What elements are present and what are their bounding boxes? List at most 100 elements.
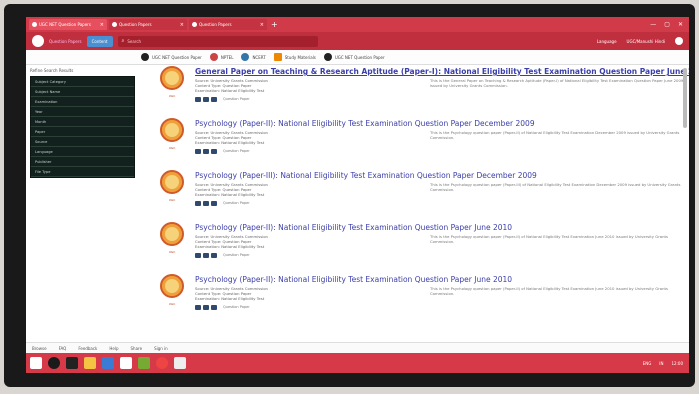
footer-link[interactable]: Browse xyxy=(32,346,47,351)
share-icon[interactable] xyxy=(211,149,217,154)
sidebar-item-7[interactable]: Language xyxy=(31,147,134,157)
nptel-icon xyxy=(209,53,218,61)
result-actions: Question Paper xyxy=(195,97,250,102)
result-title-link[interactable]: Psychology (Paper-II): National Eligibil… xyxy=(195,119,535,128)
view-icon[interactable] xyxy=(203,253,209,258)
app-icon[interactable] xyxy=(174,357,186,369)
footer-link[interactable]: Feedback xyxy=(78,346,97,351)
tab-close-icon[interactable]: × xyxy=(260,22,264,28)
share-icon[interactable] xyxy=(211,305,217,310)
tab-2[interactable]: Question Papers × xyxy=(189,19,267,30)
bookmark-bar: UGC NET Question Paper NPTEL NCERT Study… xyxy=(26,50,689,65)
sidebar-item-4[interactable]: Month xyxy=(31,117,134,127)
pdf-icon[interactable] xyxy=(195,305,201,310)
sidebar-item-3[interactable]: Year xyxy=(31,107,134,117)
result-description: This is the Psychology question paper (P… xyxy=(430,234,668,244)
language-link[interactable]: Language xyxy=(597,39,617,44)
edge-icon[interactable] xyxy=(102,357,114,369)
footer-link[interactable]: FAQ xyxy=(59,346,67,351)
avatar[interactable] xyxy=(675,37,683,45)
pdf-icon[interactable] xyxy=(195,97,201,102)
bookmark-3[interactable]: Study Materials xyxy=(273,53,316,61)
footer-link[interactable]: Share xyxy=(131,346,143,351)
language-indicator[interactable]: ENG xyxy=(643,361,652,366)
search-icon[interactable] xyxy=(48,357,60,369)
bookmark-label: UGC NET Question Paper xyxy=(152,54,202,60)
tab-0[interactable]: UGC NET Question Papers × xyxy=(29,19,107,30)
pdf-icon[interactable] xyxy=(195,201,201,206)
ugc-seal-icon: UGC xyxy=(155,66,189,108)
file-explorer-icon[interactable] xyxy=(84,357,96,369)
store-icon[interactable] xyxy=(120,357,132,369)
search-placeholder: Search xyxy=(127,38,142,44)
footer-link[interactable]: Sign in xyxy=(154,346,168,351)
sidebar-item-5[interactable]: Paper xyxy=(31,127,134,137)
filter-list: Subject Category Subject Name Examinatio… xyxy=(30,76,135,178)
tab-title: UGC NET Question Papers xyxy=(39,22,91,27)
share-icon[interactable] xyxy=(211,201,217,206)
sidebar-item-0[interactable]: Subject Category xyxy=(31,77,134,87)
start-icon[interactable] xyxy=(30,357,42,369)
sidebar-item-2[interactable]: Examination xyxy=(31,97,134,107)
window-controls: — ▢ ✕ xyxy=(650,21,689,28)
close-window-button[interactable]: ✕ xyxy=(678,21,683,28)
user-link[interactable]: UGC/Manushi Hindi xyxy=(627,39,665,44)
chrome-icon[interactable] xyxy=(156,357,168,369)
search-input[interactable]: ⌕ Search xyxy=(117,35,318,47)
result-description: This is the Psychology question paper (P… xyxy=(430,130,680,140)
footer-link[interactable]: Help xyxy=(109,346,118,351)
site-logo-icon[interactable] xyxy=(32,35,44,47)
app-icon[interactable] xyxy=(138,357,150,369)
content-button[interactable]: Content xyxy=(86,35,113,47)
result-title-link[interactable]: Psychology (Paper-III): National Eligibi… xyxy=(195,171,537,180)
maximize-button[interactable]: ▢ xyxy=(664,21,670,28)
result-meta: Source: University Grants Commission Cont… xyxy=(195,78,268,93)
minimize-button[interactable]: — xyxy=(650,21,656,28)
result-title-link[interactable]: Psychology (Paper-II): National Eligibil… xyxy=(195,223,512,232)
view-icon[interactable] xyxy=(203,305,209,310)
sidebar-header: Refine Search Results xyxy=(30,68,74,73)
view-icon[interactable] xyxy=(203,201,209,206)
share-icon[interactable] xyxy=(211,97,217,102)
back-arrow-icon xyxy=(141,53,149,61)
pdf-icon[interactable] xyxy=(195,253,201,258)
share-icon[interactable] xyxy=(211,253,217,258)
ugc-seal-icon: UGC xyxy=(155,118,189,160)
sidebar-item-1[interactable]: Subject Name xyxy=(31,87,134,97)
region-indicator[interactable]: IN xyxy=(659,361,663,366)
system-tray: ENG IN 12:00 xyxy=(643,361,689,366)
task-view-icon[interactable] xyxy=(66,357,78,369)
results-list: UGC General Paper on Teaching & Research… xyxy=(139,64,689,353)
scrollbar[interactable] xyxy=(683,68,687,128)
bookmark-2[interactable]: NCERT xyxy=(241,53,266,61)
result-item: UGC Psychology (Paper-II): National Elig… xyxy=(145,272,683,324)
bookmark-4[interactable]: UGC NET Question Paper xyxy=(323,53,385,61)
result-description: This is the Psychology question paper (P… xyxy=(430,182,681,192)
pdf-icon[interactable] xyxy=(195,149,201,154)
tab-title: Question Papers xyxy=(119,22,152,27)
result-actions: Question Paper xyxy=(195,253,250,258)
tab-favicon-icon xyxy=(32,22,37,27)
result-item: UGC Psychology (Paper-II): National Elig… xyxy=(145,116,683,168)
sidebar-item-8[interactable]: Publisher xyxy=(31,157,134,167)
view-icon[interactable] xyxy=(203,149,209,154)
sidebar-item-6[interactable]: Source xyxy=(31,137,134,147)
sidebar-item-9[interactable]: File Type xyxy=(31,167,134,177)
result-meta: Source: University Grants Commission Cont… xyxy=(195,286,268,301)
tab-close-icon[interactable]: × xyxy=(180,22,184,28)
result-title-link[interactable]: General Paper on Teaching & Research Apt… xyxy=(195,67,689,76)
bookmark-1[interactable]: NPTEL xyxy=(209,53,233,61)
tab-close-icon[interactable]: × xyxy=(100,22,104,28)
result-title-link[interactable]: Psychology (Paper-II): National Eligibil… xyxy=(195,275,512,284)
new-tab-icon[interactable]: + xyxy=(271,20,278,29)
bookmark-label: UGC NET Question Paper xyxy=(334,54,385,60)
view-icon[interactable] xyxy=(203,97,209,102)
tab-1[interactable]: Question Papers × xyxy=(109,19,187,30)
result-description: This is the General Paper on Teaching & … xyxy=(430,78,684,88)
ugc-seal-icon: UGC xyxy=(155,274,189,316)
result-actions: Question Paper xyxy=(195,149,250,154)
tab-bar: UGC NET Question Papers × Question Papers… xyxy=(26,17,689,32)
clock[interactable]: 12:00 xyxy=(671,361,683,366)
header-right: Language UGC/Manushi Hindi xyxy=(597,37,683,45)
bookmark-0[interactable]: UGC NET Question Paper xyxy=(141,53,202,61)
